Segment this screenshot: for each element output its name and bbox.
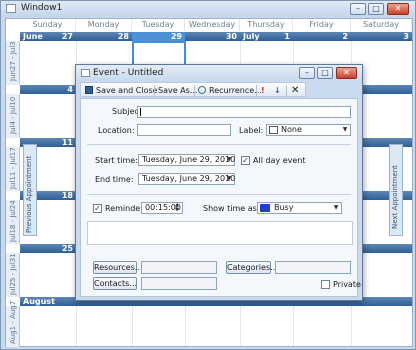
date-27: 27	[61, 32, 73, 41]
label-dropdown[interactable]: None ▼	[266, 124, 351, 136]
week-label: Jul25 - Jul31	[6, 253, 20, 297]
dialog-toolbar: Save and Close Save As... Recurrence... …	[80, 82, 306, 97]
date-3: 3	[403, 32, 409, 41]
dialog-close-button[interactable]: ✕	[336, 67, 357, 79]
window-maximize-button[interactable]: □	[368, 3, 384, 15]
toolbar-separator	[286, 85, 287, 96]
categories-field	[275, 261, 351, 274]
week-label: Jun27 - Jul3	[6, 41, 20, 85]
dialog-maximize-button[interactable]: □	[317, 67, 333, 79]
day-header-monday: Monday	[76, 19, 132, 31]
dialog-body: Subject: Location: Label: None ▼ Start t…	[80, 98, 361, 297]
reminder-label: Reminder:	[105, 204, 147, 213]
window-titlebar[interactable]: Window1 – □ ✕	[1, 1, 415, 17]
day-header-thursday: Thursday	[240, 19, 293, 31]
all-day-event-checkbox[interactable]: ✓	[241, 156, 250, 165]
day-header-tuesday: Tuesday	[132, 19, 185, 31]
dialog-title: Event - Untitled	[93, 68, 164, 78]
toolbar-separator	[154, 85, 155, 96]
window-app-icon	[6, 4, 16, 13]
save-icon	[85, 86, 93, 94]
start-date-picker[interactable]: Tuesday, June 29, 2010 ▼	[138, 154, 235, 166]
label-label: Label:	[239, 126, 264, 135]
save-and-close-button[interactable]: Save and Close	[85, 85, 158, 96]
recurrence-icon	[198, 86, 206, 94]
chevron-down-icon: ▼	[226, 175, 232, 182]
label-color-swatch	[269, 126, 278, 134]
contacts-field	[141, 277, 217, 290]
date-25: 25	[61, 244, 73, 253]
end-date-picker[interactable]: Tuesday, June 29, 2010 ▼	[138, 173, 235, 185]
dialog-app-icon	[81, 69, 90, 77]
week-label: Jul11 - Jul17	[6, 147, 20, 191]
toolbar-separator	[256, 85, 257, 96]
window-close-button[interactable]: ✕	[387, 3, 409, 15]
week-label: Aug1 - Aug7	[6, 301, 20, 347]
start-time-label: Start time:	[95, 156, 138, 165]
resources-button[interactable]: Resources...	[93, 261, 142, 274]
delete-icon[interactable]: ✕	[291, 85, 299, 96]
week-row[interactable]: August	[6, 297, 412, 347]
resources-field	[141, 261, 217, 274]
chevron-down-icon: ▼	[333, 204, 339, 211]
show-time-as-dropdown[interactable]: Busy ▼	[257, 202, 342, 214]
end-time-label: End time:	[95, 175, 134, 184]
text-caret	[140, 108, 141, 116]
month-label-august: August	[23, 297, 55, 306]
date-28: 28	[117, 32, 129, 41]
window-title: Window1	[21, 3, 63, 13]
day-header-saturday: Saturday	[351, 19, 412, 31]
dialog-titlebar[interactable]: Event - Untitled – □ ✕	[76, 65, 362, 81]
categories-button[interactable]: Categories...	[226, 261, 278, 274]
location-label: Location:	[98, 126, 135, 135]
save-as-button[interactable]: Save As...	[158, 85, 197, 96]
reminder-time-spinner[interactable]: 00:15:00 ▲ ▼	[141, 202, 183, 214]
all-day-event-label: All day event	[253, 156, 306, 165]
day-header-friday: Friday	[293, 19, 351, 31]
reminder-checkbox[interactable]: ✓	[93, 204, 102, 213]
divider	[87, 144, 351, 145]
dialog-minimize-button[interactable]: –	[299, 67, 315, 79]
week-label: Jul4 - Jul10	[6, 94, 20, 138]
description-textarea[interactable]	[87, 221, 353, 245]
next-appointment-button[interactable]: Next Appointment	[389, 144, 403, 236]
day-header-sunday: Sunday	[20, 19, 76, 31]
date-29: 29	[132, 32, 185, 41]
show-time-as-label: Show time as:	[203, 204, 260, 213]
date-1: 1	[284, 32, 290, 41]
contacts-button[interactable]: Contacts...	[93, 277, 137, 290]
spinner-arrows-icon[interactable]: ▲ ▼	[172, 203, 182, 213]
private-checkbox[interactable]	[321, 280, 330, 289]
divider	[87, 194, 351, 195]
location-input[interactable]	[137, 124, 231, 136]
week-label: Jul18 - Jul24	[6, 200, 20, 244]
busy-color-swatch	[260, 204, 270, 212]
toolbar-separator	[194, 85, 195, 96]
low-importance-icon[interactable]: ↓	[274, 85, 281, 96]
event-dialog: Event - Untitled – □ ✕ Save and Close Sa…	[75, 64, 363, 301]
day-header-wednesday: Wednesday	[185, 19, 240, 31]
date-30: 30	[225, 32, 237, 41]
previous-appointment-button[interactable]: Previous Appointment	[23, 144, 37, 236]
subject-input[interactable]	[137, 106, 351, 118]
high-importance-icon[interactable]: !	[261, 85, 265, 96]
chevron-down-icon: ▼	[226, 156, 232, 163]
recurrence-button[interactable]: Recurrence...	[198, 85, 262, 96]
private-label: Private	[333, 280, 361, 289]
date-2: 2	[342, 32, 348, 41]
chevron-down-icon: ▼	[342, 126, 348, 133]
date-4: 4	[67, 85, 73, 94]
window-minimize-button[interactable]: –	[350, 3, 366, 15]
